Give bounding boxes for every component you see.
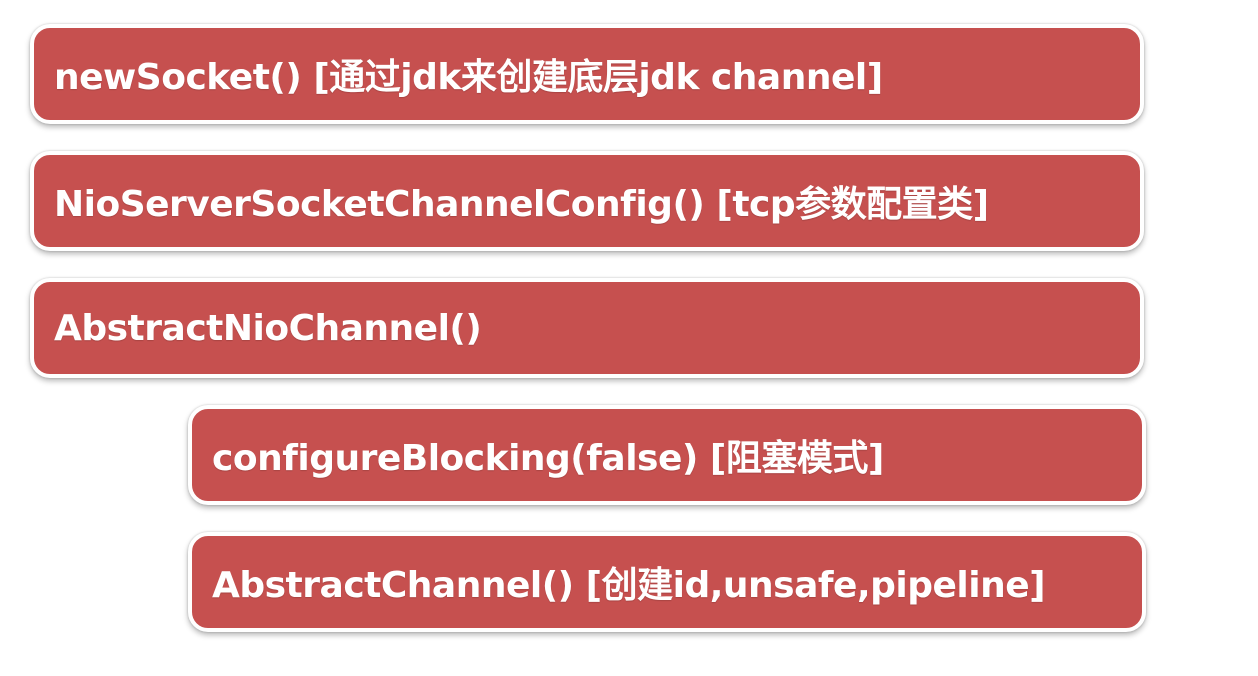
step-label: newSocket() [通过jdk来创建底层jdk channel]	[54, 57, 883, 98]
slide-canvas: newSocket() [通过jdk来创建底层jdk channel] NioS…	[0, 0, 1258, 676]
step-label: NioServerSocketChannelConfig() [tcp参数配置类…	[54, 184, 989, 225]
step-box-configure-blocking: configureBlocking(false) [阻塞模式]	[188, 405, 1146, 505]
step-box-abstract-nio-channel: AbstractNioChannel()	[30, 278, 1144, 378]
step-box-new-socket: newSocket() [通过jdk来创建底层jdk channel]	[30, 24, 1144, 124]
step-label: AbstractChannel() [创建id,unsafe,pipeline]	[212, 565, 1046, 606]
step-box-abstract-channel: AbstractChannel() [创建id,unsafe,pipeline]	[188, 532, 1146, 632]
step-box-channel-config: NioServerSocketChannelConfig() [tcp参数配置类…	[30, 151, 1144, 251]
step-label: AbstractNioChannel()	[54, 307, 482, 349]
step-label: configureBlocking(false) [阻塞模式]	[212, 438, 884, 479]
